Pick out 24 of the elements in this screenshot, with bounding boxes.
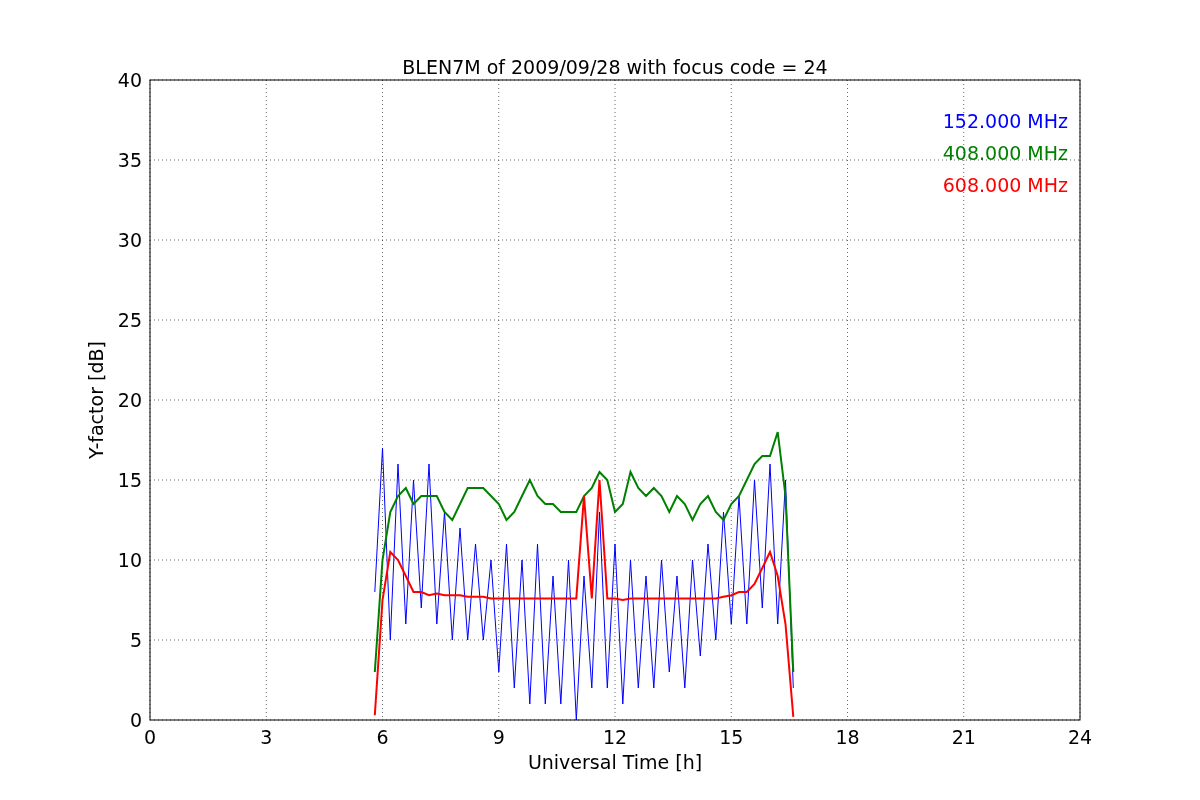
tick-label: 6 (376, 726, 389, 748)
legend-label: 608.000 MHz (942, 174, 1068, 196)
tick-label: 12 (602, 726, 628, 748)
tick-label: 24 (1067, 726, 1093, 748)
tick-label: 21 (951, 726, 976, 748)
tick-label: 0 (129, 709, 142, 731)
tick-label: 35 (117, 149, 142, 171)
tick-label: 3 (260, 726, 273, 748)
legend-label: 152.000 MHz (942, 110, 1068, 132)
tick-label: 20 (117, 389, 142, 411)
tick-label: 0 (143, 726, 157, 748)
legend-label: 408.000 MHz (942, 142, 1068, 164)
axis-title: Y-factor [dB] (85, 341, 107, 459)
tick-label: 25 (117, 309, 142, 331)
tick-label: 5 (129, 629, 142, 651)
tick-label: 18 (835, 726, 860, 748)
chart-title: BLEN7M of 2009/09/28 with focus code = 24 (402, 56, 828, 78)
axis-title: Universal Time [h] (527, 751, 703, 773)
tick-label: 30 (117, 229, 142, 251)
tick-label: 9 (492, 726, 505, 748)
tick-label: 15 (719, 726, 744, 748)
tick-label: 40 (117, 69, 142, 91)
tick-label: 15 (117, 469, 142, 491)
tick-label: 10 (117, 549, 142, 571)
